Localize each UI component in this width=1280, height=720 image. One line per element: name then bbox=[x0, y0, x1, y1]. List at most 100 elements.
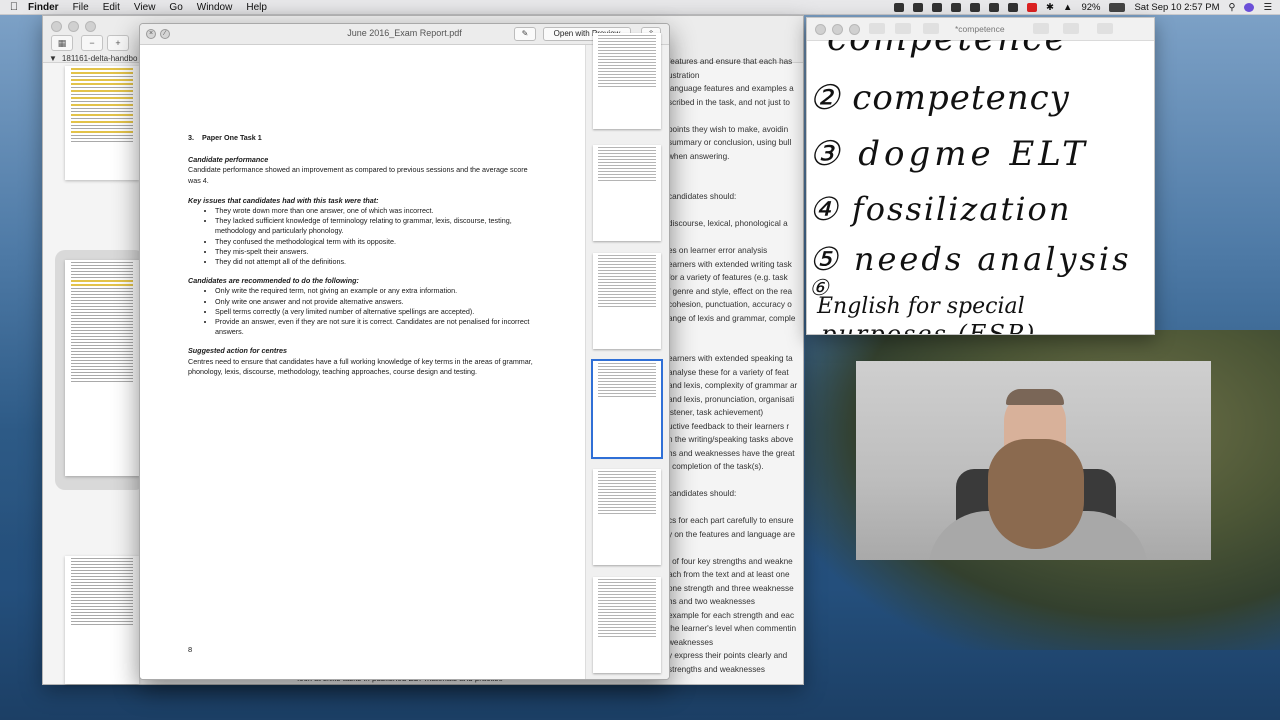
background-text-line: language features and examples a bbox=[668, 84, 794, 93]
close-button[interactable] bbox=[815, 24, 826, 35]
handwritten-line: ④ fossilization bbox=[809, 190, 1072, 228]
background-text-line: earners with extended writing task bbox=[668, 259, 792, 269]
background-text-line: one strength and three weaknesse bbox=[668, 583, 794, 593]
flag-icon[interactable] bbox=[1027, 2, 1038, 12]
background-text-line: l completion of the task(s). bbox=[668, 462, 764, 471]
notes-window[interactable]: *competence competence ② competency ③ do… bbox=[806, 17, 1155, 335]
handwritten-line: purposes (ESP) bbox=[821, 320, 1037, 334]
menu-bar:  Finder File Edit View Go Window Help ✱… bbox=[0, 0, 1280, 15]
minimize-button[interactable] bbox=[68, 21, 79, 32]
background-text-line bbox=[668, 339, 802, 353]
status-app-icon[interactable] bbox=[894, 2, 905, 12]
background-text-line: and lexis, pronunciation, organisati bbox=[668, 394, 795, 404]
menu-window[interactable]: Window bbox=[197, 2, 233, 13]
menu-edit[interactable]: Edit bbox=[103, 2, 120, 13]
menu-go[interactable]: Go bbox=[169, 2, 182, 13]
handwriting-canvas[interactable]: competence ② competency ③ dogme ELT ④ fo… bbox=[807, 40, 1154, 334]
background-text-line: y express their points clearly and bbox=[668, 651, 788, 660]
perf-heading: Candidate performance bbox=[188, 155, 269, 165]
pdf-title-bar: × ∕ June 2016_Exam Report.pdf ✎ Open wit… bbox=[140, 24, 669, 45]
search-icon[interactable] bbox=[1097, 23, 1113, 34]
status-app-icon[interactable] bbox=[970, 2, 981, 12]
sidebar-page-thumbnail[interactable] bbox=[65, 66, 139, 180]
format-text-icon[interactable] bbox=[923, 23, 939, 34]
menu-app-name[interactable]: Finder bbox=[28, 2, 59, 13]
background-text-line: discourse, lexical, phonological a bbox=[668, 219, 788, 228]
close-button[interactable] bbox=[51, 21, 62, 32]
recommend-list: Only write the required term, not giving… bbox=[188, 286, 538, 337]
battery-percent[interactable]: 92% bbox=[1081, 2, 1100, 13]
markup-pen-icon[interactable]: ✎ bbox=[514, 27, 536, 41]
background-document-text: features and ensure that each has ustrati… bbox=[668, 55, 802, 676]
status-app-icon[interactable] bbox=[951, 2, 962, 12]
pdf-page-thumbnail[interactable] bbox=[593, 145, 661, 241]
sidebar-file-item[interactable]: ▼ 181161-delta-handbo bbox=[49, 54, 137, 63]
wifi-icon[interactable]: ▲ bbox=[1063, 2, 1072, 13]
status-app-icon[interactable] bbox=[989, 2, 1000, 12]
background-text-line: candidates should: bbox=[668, 489, 737, 498]
background-text-line: hs and two weaknesses bbox=[668, 597, 755, 606]
spotlight-icon[interactable]: ⚲ bbox=[1229, 2, 1236, 13]
webcam-person-hair bbox=[1006, 389, 1064, 405]
zoom-in-icon[interactable]: + bbox=[107, 35, 129, 51]
background-text-line bbox=[668, 163, 802, 177]
handwritten-line: competence bbox=[827, 40, 1068, 59]
window-controls bbox=[815, 24, 860, 35]
bluetooth-icon[interactable]: ✱ bbox=[1046, 2, 1054, 13]
pdf-page-thumbnail-selected[interactable] bbox=[591, 359, 663, 459]
status-app-icon[interactable] bbox=[1008, 2, 1019, 12]
issues-list: They wrote down more than one answer, on… bbox=[188, 206, 538, 267]
handwritten-line: English for special bbox=[817, 294, 1025, 319]
background-text-line: ach from the text and at least one bbox=[668, 570, 790, 579]
background-text-line: for a variety of features (e.g. task bbox=[668, 273, 788, 282]
disclosure-triangle-icon[interactable]: ▼ bbox=[49, 54, 57, 63]
battery-icon[interactable] bbox=[1109, 2, 1126, 12]
menu-clock[interactable]: Sat Sep 10 2:57 PM bbox=[1134, 2, 1219, 13]
notes-toolbar: *competence bbox=[807, 18, 1154, 41]
background-text-line bbox=[668, 204, 802, 218]
menu-help[interactable]: Help bbox=[246, 2, 267, 13]
menu-file[interactable]: File bbox=[73, 2, 89, 13]
background-text-line: analyse these for a variety of feat bbox=[668, 367, 789, 377]
action-heading: Suggested action for centres bbox=[188, 346, 288, 356]
page-number: 8 bbox=[188, 644, 193, 654]
zoom-out-icon[interactable]: − bbox=[81, 35, 103, 51]
background-text-line: summary or conclusion, using bull bbox=[668, 138, 792, 147]
zoom-button[interactable] bbox=[85, 21, 96, 32]
lock-icon[interactable] bbox=[1033, 23, 1049, 34]
status-app-icon[interactable] bbox=[913, 2, 924, 12]
pdf-page-thumbnail[interactable] bbox=[593, 469, 661, 565]
sidebar-page-thumbnail[interactable] bbox=[65, 260, 139, 476]
pdf-page-thumbnail[interactable] bbox=[593, 33, 661, 129]
background-text-line: es on learner error analysis bbox=[668, 246, 768, 255]
status-app-icon[interactable] bbox=[932, 2, 943, 12]
delete-icon[interactable] bbox=[895, 23, 911, 34]
list-view-icon[interactable] bbox=[869, 23, 885, 34]
pdf-page-thumbnail[interactable] bbox=[593, 253, 661, 349]
control-center-icon[interactable]: ☰ bbox=[1263, 2, 1272, 13]
menu-view[interactable]: View bbox=[134, 2, 156, 13]
background-text-line: weaknesses bbox=[668, 637, 714, 647]
siri-icon[interactable] bbox=[1244, 2, 1255, 12]
apple-menu-icon[interactable]:  bbox=[0, 1, 28, 13]
sidebar-toggle-icon[interactable]: ▦ bbox=[51, 35, 73, 51]
background-text-line: scribed in the task, and not just to bbox=[668, 97, 790, 107]
minimize-button[interactable] bbox=[832, 24, 843, 35]
background-text-line: f genre and style, effect on the rea bbox=[668, 286, 793, 296]
section-number: 3. bbox=[188, 133, 194, 142]
perf-text: Candidate performance showed an improvem… bbox=[188, 165, 528, 185]
zoom-button[interactable] bbox=[849, 24, 860, 35]
pdf-page-thumbnail[interactable] bbox=[593, 577, 661, 673]
background-text-line: ustration bbox=[668, 70, 700, 80]
pdf-thumbnail-strip[interactable] bbox=[586, 33, 669, 679]
sidebar-file-name: 181161-delta-handbo bbox=[61, 54, 138, 63]
issue-item: They mis-spelt their answers. bbox=[215, 247, 538, 257]
action-text: Centres need to ensure that candidates h… bbox=[188, 356, 533, 376]
issue-item: They wrote down more than one answer, on… bbox=[215, 206, 538, 216]
pdf-quicklook-window[interactable]: × ∕ June 2016_Exam Report.pdf ✎ Open wit… bbox=[139, 23, 670, 680]
sidebar-page-thumbnail[interactable] bbox=[65, 556, 139, 684]
media-icon[interactable] bbox=[1063, 23, 1079, 34]
background-text-line: example for each strength and eac bbox=[668, 610, 795, 620]
background-text-line: cohesion, punctuation, accuracy o bbox=[668, 300, 792, 309]
background-text-line: earners with extended speaking ta bbox=[668, 354, 793, 363]
